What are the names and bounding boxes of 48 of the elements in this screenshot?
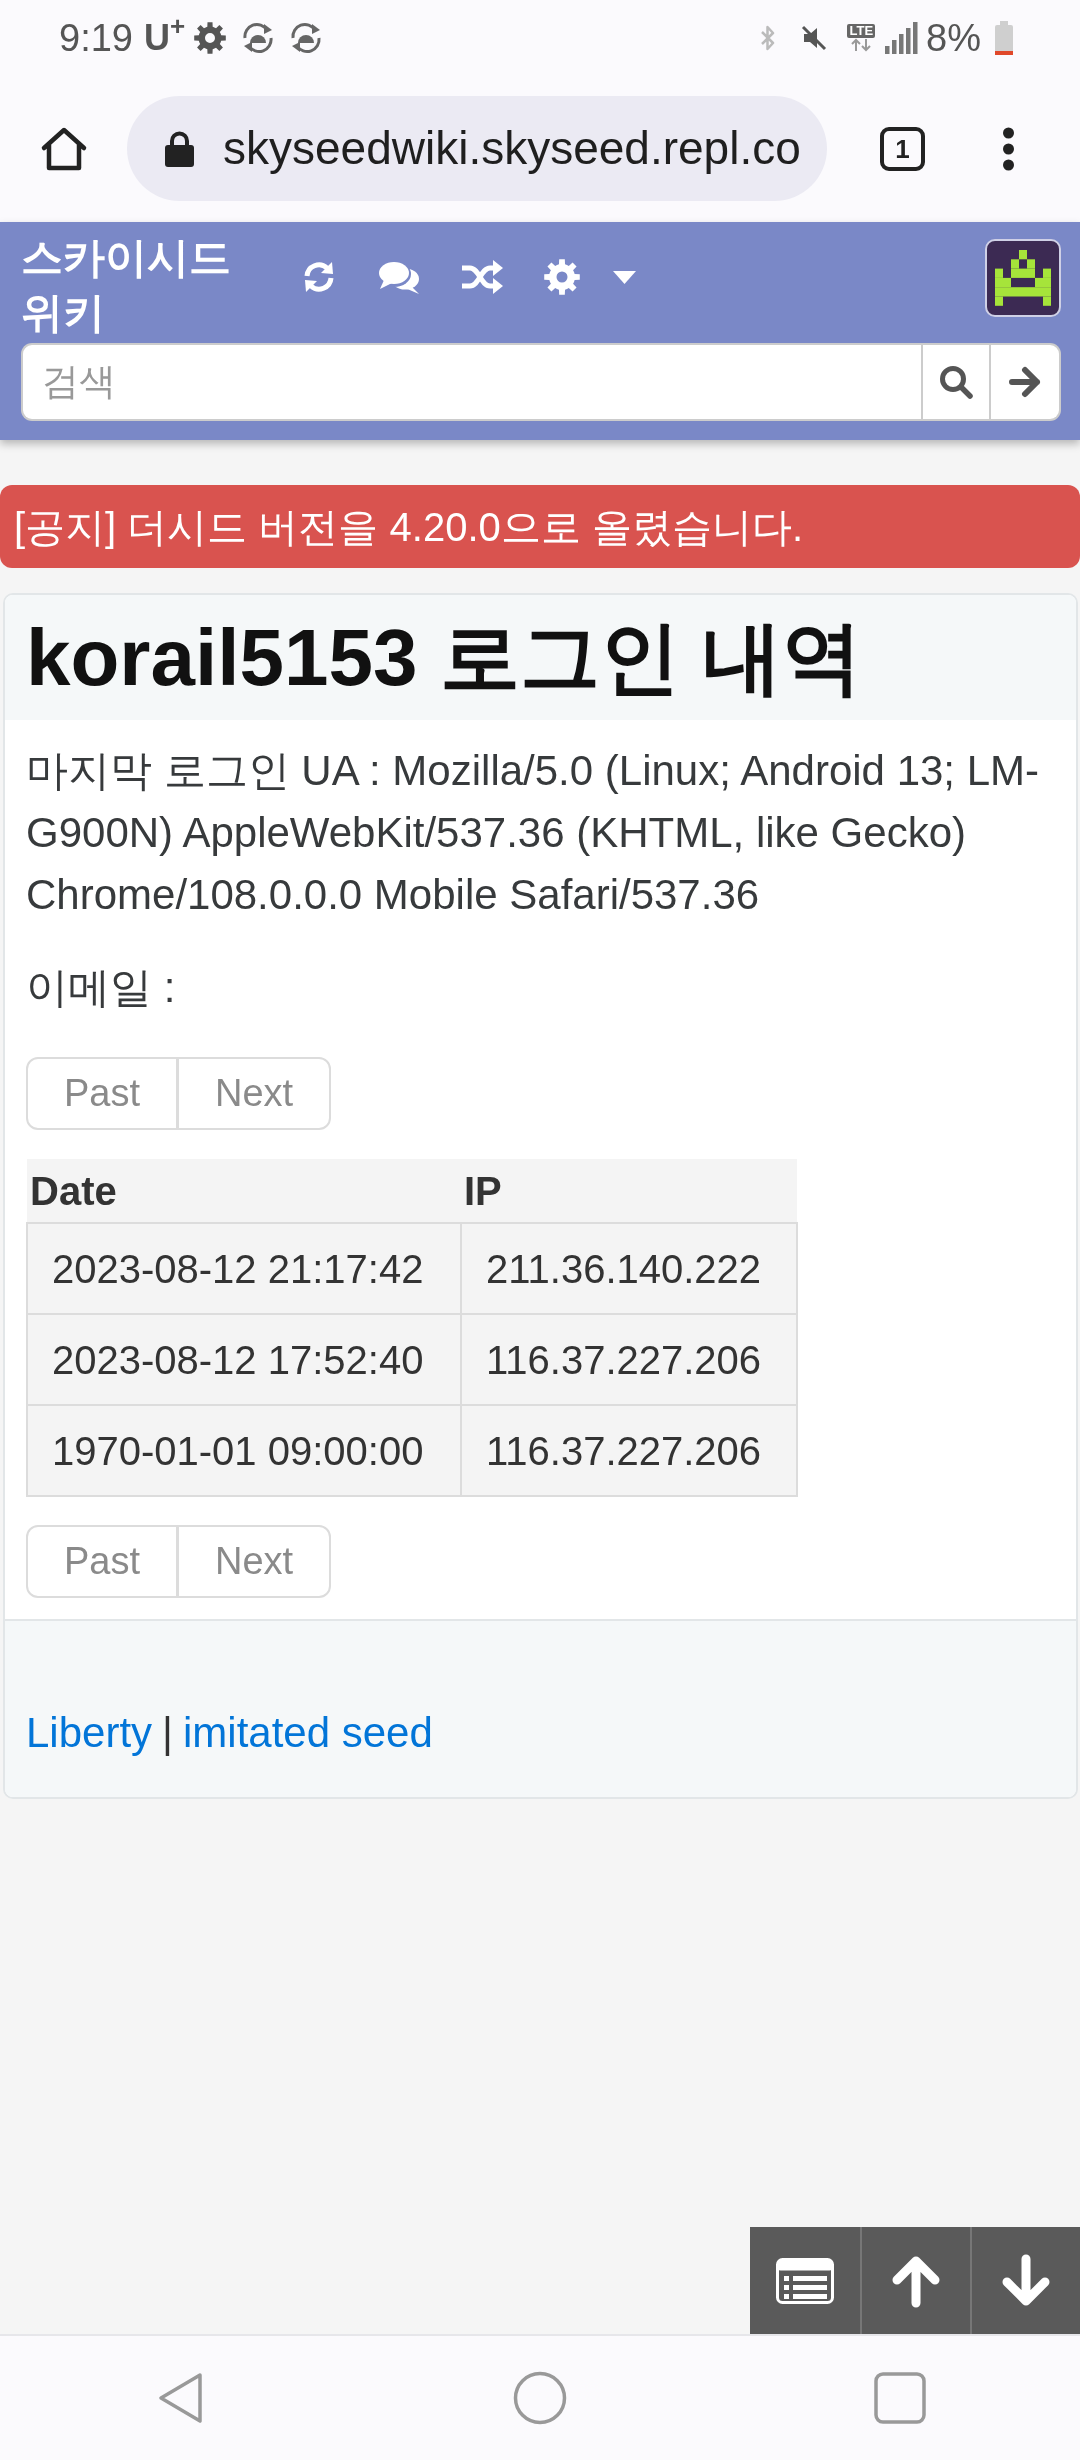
email-label: 이메일 :	[26, 963, 177, 1013]
battery-icon	[994, 20, 1014, 55]
list-icon	[776, 2257, 834, 2304]
pixel-avatar-icon[interactable]	[985, 239, 1061, 317]
search-icon	[939, 365, 973, 399]
shuffle-icon[interactable]	[461, 259, 503, 295]
nav-back-icon[interactable]	[156, 2372, 204, 2424]
status-time: 9:19	[59, 18, 133, 57]
brand-link[interactable]: 스카이시드 위키	[21, 230, 276, 340]
table-cell: 116.37.227.206	[461, 1405, 797, 1496]
nav-recents-icon[interactable]	[874, 2372, 926, 2424]
scroll-top-button[interactable]	[860, 2227, 970, 2334]
mute-icon	[800, 23, 829, 52]
lock-icon	[165, 130, 194, 167]
comments-icon[interactable]	[378, 259, 420, 295]
table-cell: 2023-08-12 17:52:40	[27, 1314, 461, 1405]
arrow-right-icon	[1008, 366, 1042, 398]
home-icon[interactable]	[40, 125, 88, 172]
go-button[interactable]	[991, 343, 1061, 421]
battery-percent: 8%	[926, 18, 981, 57]
signal-icon	[885, 21, 919, 54]
toc-button[interactable]	[750, 2227, 860, 2334]
column-header: IP	[461, 1159, 797, 1223]
table-cell: 1970-01-01 09:00:00	[27, 1405, 461, 1496]
network-type-label: LTE	[847, 23, 876, 38]
more-icon[interactable]	[1000, 126, 1017, 171]
gear-icon[interactable]	[544, 259, 580, 295]
user-agent-text: 마지막 로그인 UA : Mozilla/5.0 (Linux; Android 13; LM-G900N) AppleWebKit/537.36 (KHTML, like Gecko) Chrome/108.0.0.0 Mobile Safari/537.36	[26, 746, 1041, 920]
notice-text: [공지] 더시드 버전을 4.20.0으로 올렸습니다.	[0, 485, 1080, 568]
page-title: korail5153 로그인 내역	[26, 617, 862, 698]
search-field[interactable]: 검색	[21, 343, 921, 421]
address-bar[interactable]: skyseedwiki.skyseed.repl.co	[127, 96, 827, 201]
table-cell: 116.37.227.206	[461, 1314, 797, 1405]
nav-home-icon[interactable]	[513, 2371, 567, 2425]
caret-icon[interactable]	[613, 270, 636, 284]
column-header: Date	[27, 1159, 461, 1223]
search-button[interactable]	[921, 343, 991, 421]
table-cell: 2023-08-12 21:17:42	[27, 1223, 461, 1314]
table-cell: 211.36.140.222	[461, 1223, 797, 1314]
scroll-bottom-button[interactable]	[970, 2227, 1080, 2334]
footer-link[interactable]: imitated seed	[183, 1709, 433, 1756]
gear-icon	[194, 21, 227, 54]
data-arrows-icon	[849, 37, 874, 52]
arrow-down-icon	[1000, 2253, 1052, 2308]
carrier-label: U$^{+}$	[143, 19, 186, 56]
footer-separator: |	[162, 1709, 173, 1756]
tab-switcher-button[interactable]: 1	[880, 126, 925, 171]
footer-link[interactable]: Liberty	[26, 1709, 153, 1756]
